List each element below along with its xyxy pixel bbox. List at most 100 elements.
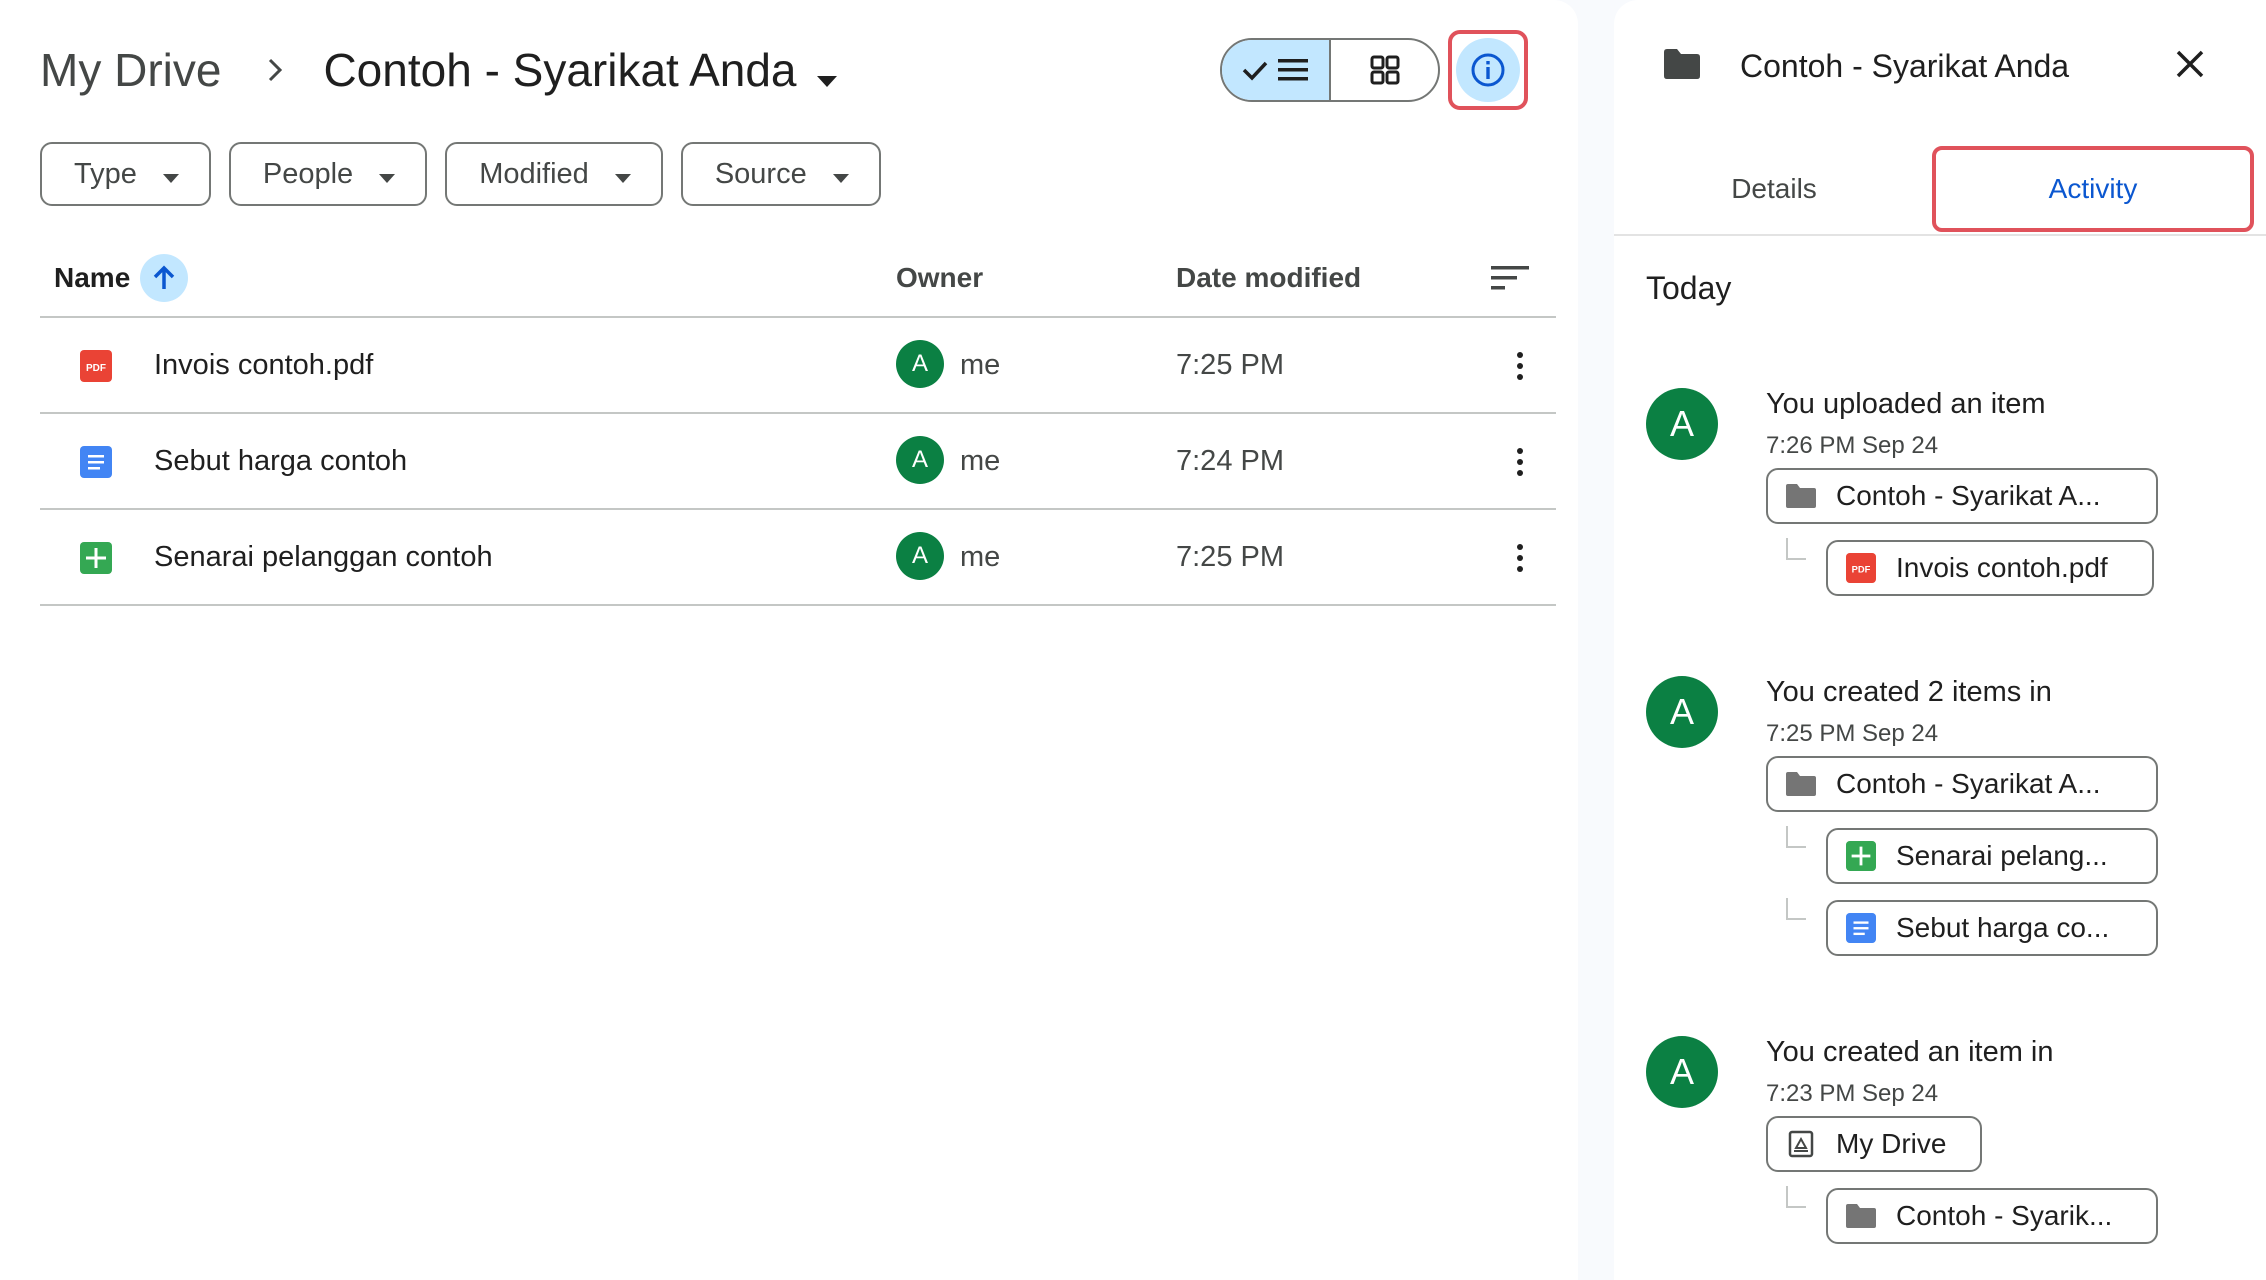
owner-avatar: A (896, 532, 944, 580)
pdf-icon: PDF (1846, 553, 1876, 583)
sort-direction-button[interactable] (140, 254, 189, 302)
caret-down-icon (162, 158, 179, 191)
owner-avatar: A (896, 436, 944, 484)
view-details-button[interactable] (1448, 30, 1528, 110)
tree-connector (1786, 538, 1806, 560)
column-owner[interactable]: Owner (896, 240, 983, 316)
tree-connector (1786, 826, 1806, 848)
date-modified: 7:25 PM (1176, 349, 1284, 381)
activity-item-chip[interactable]: My Drive (1766, 1116, 1982, 1172)
checked-list-icon (1242, 59, 1308, 81)
folder-icon (1786, 481, 1816, 511)
activity-title: You uploaded an item (1766, 388, 2046, 420)
column-name[interactable]: Name (54, 240, 189, 316)
activity-item-chip[interactable]: PDF Invois contoh.pdf (1826, 540, 2154, 596)
close-panel-button[interactable] (2162, 36, 2218, 92)
panel-tabs: Details Activity (1614, 140, 2266, 236)
table-row[interactable]: Senarai pelanggan contoh A me 7:25 PM (40, 510, 1556, 606)
folder-icon (1846, 1201, 1876, 1231)
sheets-icon (1846, 841, 1876, 871)
chip-label: Sebut harga co... (1896, 912, 2110, 943)
grid-view-button[interactable] (1331, 40, 1438, 100)
sort-options-button[interactable] (1490, 258, 1530, 298)
column-name-label: Name (54, 262, 131, 293)
list-view-button[interactable] (1222, 40, 1331, 100)
file-table: PDF Invois contoh.pdf A me 7:25 PM Sebut… (40, 318, 1556, 606)
date-modified: 7:24 PM (1176, 445, 1284, 477)
owner-name: me (960, 445, 1001, 477)
docs-icon (80, 446, 112, 478)
file-name: Invois contoh.pdf (154, 349, 374, 381)
sort-lines-icon (1491, 266, 1529, 290)
breadcrumb-current-label: Contoh - Syarikat Anda (323, 44, 797, 96)
chip-label: Senarai pelang... (1896, 840, 2108, 871)
filter-type-chip[interactable]: Type (40, 142, 211, 206)
activity-time: 7:26 PM Sep 24 (1766, 432, 1939, 459)
filter-modified-label: Modified (479, 157, 589, 190)
activity-title: You created an item in (1766, 1036, 2054, 1068)
arrow-up-icon (154, 265, 175, 289)
more-actions-button[interactable] (1500, 346, 1540, 386)
owner-name: me (960, 349, 1001, 381)
date-modified: 7:25 PM (1176, 541, 1284, 573)
folder-icon (1664, 48, 1700, 84)
avatar: A (1646, 1036, 1718, 1108)
sheets-icon (80, 542, 112, 574)
breadcrumb: My Drive Contoh - Syarikat Anda (40, 30, 837, 110)
drive-icon (1786, 1129, 1816, 1159)
folder-icon (1786, 769, 1816, 799)
filter-modified-chip[interactable]: Modified (445, 142, 663, 206)
activity-item-chip[interactable]: Senarai pelang... (1826, 828, 2158, 884)
caret-down-icon (614, 158, 631, 191)
panel-title: Contoh - Syarikat Anda (1740, 47, 2070, 84)
activity-time: 7:23 PM Sep 24 (1766, 1080, 1939, 1107)
filter-type-label: Type (74, 157, 137, 190)
table-header: Name Owner Date modified (40, 240, 1556, 318)
panel-header: Contoh - Syarikat Anda (1664, 30, 2224, 102)
more-actions-button[interactable] (1500, 442, 1540, 482)
chip-label: Contoh - Syarikat A... (1836, 480, 2101, 511)
caret-down-icon (832, 158, 849, 191)
view-toggle (1220, 38, 1440, 102)
breadcrumb-my-drive[interactable]: My Drive (40, 30, 221, 110)
chip-label: Invois contoh.pdf (1896, 552, 2108, 583)
owner-name: me (960, 541, 1001, 573)
column-date-modified[interactable]: Date modified (1176, 240, 1361, 316)
more-vert-icon (1517, 544, 1523, 572)
info-icon (1456, 38, 1520, 102)
more-vert-icon (1517, 448, 1523, 476)
chip-label: My Drive (1836, 1128, 1947, 1159)
caret-down-icon (816, 32, 837, 112)
activity-item-chip[interactable]: Contoh - Syarikat A... (1766, 468, 2158, 524)
tree-connector (1786, 1186, 1806, 1208)
activity-item-chip[interactable]: Contoh - Syarikat A... (1766, 756, 2158, 812)
filter-people-chip[interactable]: People (228, 142, 428, 206)
activity-title: You created 2 items in (1766, 676, 2052, 708)
avatar: A (1646, 676, 1718, 748)
close-icon (2176, 50, 2204, 78)
chip-label: Contoh - Syarikat A... (1836, 768, 2101, 799)
table-row[interactable]: PDF Invois contoh.pdf A me 7:25 PM (40, 318, 1556, 414)
more-actions-button[interactable] (1500, 538, 1540, 578)
activity-item-chip[interactable]: Contoh - Syarik... (1826, 1188, 2158, 1244)
activity-item-chip[interactable]: Sebut harga co... (1826, 900, 2158, 956)
filter-source-chip[interactable]: Source (680, 142, 881, 206)
chip-label: Contoh - Syarik... (1896, 1200, 2113, 1231)
chevron-right-icon (265, 55, 285, 85)
file-name: Senarai pelanggan contoh (154, 541, 493, 573)
caret-down-icon (379, 158, 396, 191)
filter-chips: Type People Modified Source (40, 142, 881, 206)
file-name: Sebut harga contoh (154, 445, 408, 477)
tab-details[interactable]: Details (1614, 146, 1934, 232)
filter-people-label: People (262, 157, 354, 190)
details-panel: Contoh - Syarikat Anda Details Activity … (1614, 0, 2266, 1280)
more-vert-icon (1517, 352, 1523, 380)
table-row[interactable]: Sebut harga contoh A me 7:24 PM (40, 414, 1556, 510)
breadcrumb-current-folder[interactable]: Contoh - Syarikat Anda (323, 28, 837, 112)
avatar: A (1646, 388, 1718, 460)
section-heading-today: Today (1646, 270, 1732, 306)
owner-avatar: A (896, 340, 944, 388)
tab-activity[interactable]: Activity (1932, 146, 2254, 232)
filter-source-label: Source (714, 157, 807, 190)
file-list-pane: My Drive Contoh - Syarikat Anda Type Peo… (0, 0, 1578, 1280)
